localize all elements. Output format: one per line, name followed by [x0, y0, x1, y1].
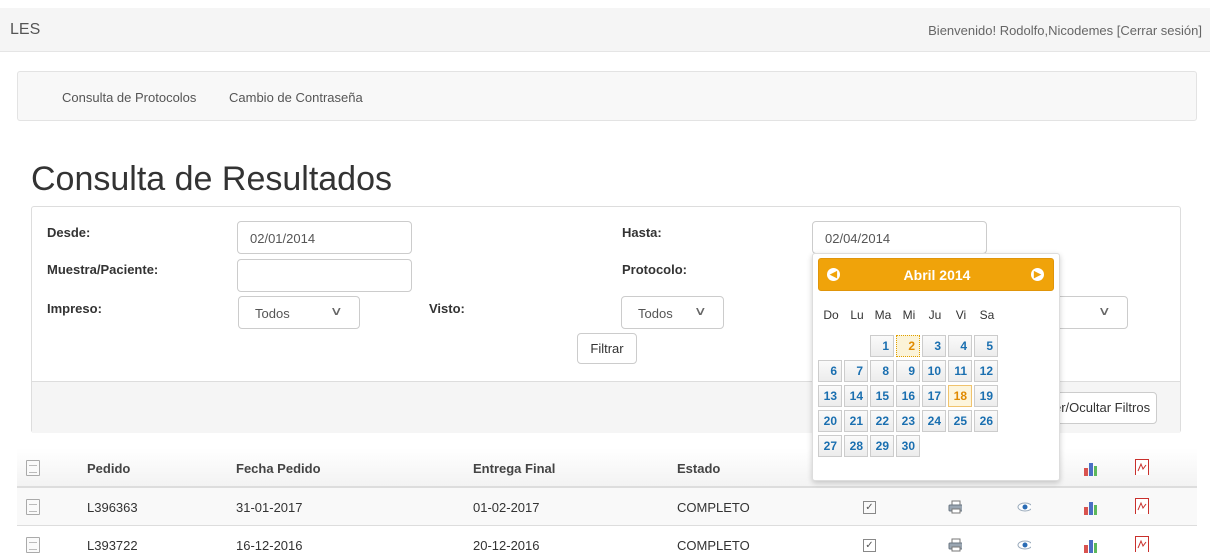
- calendar-day[interactable]: 20: [818, 410, 842, 432]
- weekday-header: Ma: [874, 308, 892, 322]
- weekday-header: Sa: [979, 308, 995, 322]
- calendar-day[interactable]: 29: [870, 435, 894, 457]
- chevron-down-icon: ∨: [330, 304, 344, 318]
- entrega-cell: 01-02-2017: [473, 500, 540, 515]
- top-navbar: LES Bienvenido! Rodolfo,Nicodemes [Cerra…: [0, 8, 1210, 52]
- calendar-day[interactable]: 7: [844, 360, 868, 382]
- calendar-day[interactable]: 24: [922, 410, 946, 432]
- muestra-input[interactable]: [237, 259, 412, 292]
- calendar-day[interactable]: 2: [896, 335, 920, 357]
- calendar-day[interactable]: 26: [974, 410, 998, 432]
- welcome-text[interactable]: Bienvenido! Rodolfo,Nicodemes [Cerrar se…: [928, 23, 1202, 38]
- document-icon[interactable]: [26, 499, 40, 515]
- calendar-day[interactable]: 3: [922, 335, 946, 357]
- nav-consulta-protocolos[interactable]: Consulta de Protocolos: [62, 90, 196, 105]
- desde-label: Desde:: [47, 225, 91, 240]
- calendar-day[interactable]: 27: [818, 435, 842, 457]
- impreso-label: Impreso:: [47, 301, 102, 316]
- chevron-down-icon: ∨: [1098, 304, 1112, 318]
- estado-cell: COMPLETO: [677, 500, 750, 515]
- weekday-header: Mi: [902, 308, 916, 322]
- main-nav: Consulta de Protocolos Cambio de Contras…: [17, 71, 1197, 121]
- calendar-day[interactable]: 25: [948, 410, 972, 432]
- nav-cambio-contrasena[interactable]: Cambio de Contraseña: [229, 90, 363, 105]
- entrega-cell: 20-12-2016: [473, 538, 540, 553]
- calendar-day[interactable]: 8: [870, 360, 894, 382]
- datepicker-month-title: Abril 2014: [903, 267, 971, 283]
- pedido-cell: L393722: [87, 538, 138, 553]
- hasta-input[interactable]: 02/04/2014: [812, 221, 987, 254]
- checkbox-icon[interactable]: ✓: [863, 539, 876, 552]
- fecha-cell: 16-12-2016: [236, 538, 303, 553]
- page-title: Consulta de Resultados: [31, 160, 393, 198]
- toggle-filters-button[interactable]: er/Ocultar Filtros: [1047, 392, 1157, 424]
- datepicker-popup: ◀ Abril 2014 ▶ Do Lu Ma Mi Ju Vi Sa 1 2 3 4 5 6 7 8 9 10…: [812, 253, 1060, 481]
- column-header[interactable]: Estado: [677, 461, 720, 476]
- eye-icon[interactable]: [1017, 502, 1031, 518]
- fecha-cell: 31-01-2017: [236, 500, 303, 515]
- table-row[interactable]: L393722 16-12-2016 20-12-2016 COMPLETO ✓: [17, 526, 1197, 560]
- calendar-day[interactable]: 18: [948, 385, 972, 407]
- calendar-day[interactable]: 19: [974, 385, 998, 407]
- chevron-right-icon[interactable]: ▶: [1031, 268, 1044, 281]
- calendar-day[interactable]: 6: [818, 360, 842, 382]
- pdf-icon[interactable]: [1135, 459, 1149, 475]
- calendar-day[interactable]: 12: [974, 360, 998, 382]
- pdf-icon[interactable]: [1135, 536, 1149, 552]
- table-row[interactable]: L396363 31-01-2017 01-02-2017 COMPLETO ✓: [17, 488, 1197, 526]
- weekday-header: Vi: [955, 308, 967, 322]
- calendar-day[interactable]: 5: [974, 335, 998, 357]
- bar-chart-icon[interactable]: [1083, 537, 1097, 553]
- calendar-day[interactable]: 21: [844, 410, 868, 432]
- print-icon[interactable]: [948, 500, 962, 516]
- datepicker-header: ◀ Abril 2014 ▶: [818, 258, 1054, 291]
- hasta-label: Hasta:: [622, 225, 662, 240]
- impreso-select[interactable]: Todos ∨: [238, 296, 360, 329]
- calendar-day[interactable]: 4: [948, 335, 972, 357]
- protocolo-label: Protocolo:: [622, 262, 687, 277]
- chevron-down-icon: ∨: [694, 304, 708, 318]
- pdf-icon[interactable]: [1135, 498, 1149, 514]
- calendar-day[interactable]: 13: [818, 385, 842, 407]
- calendar-day[interactable]: 10: [922, 360, 946, 382]
- visto-label: Visto:: [429, 301, 465, 316]
- eye-icon[interactable]: [1017, 540, 1031, 556]
- brand-logo[interactable]: LES: [10, 21, 40, 39]
- calendar-day[interactable]: 22: [870, 410, 894, 432]
- pedido-cell: L396363: [87, 500, 138, 515]
- calendar-day[interactable]: 23: [896, 410, 920, 432]
- weekday-header: Ju: [928, 308, 942, 322]
- weekday-header: Do: [823, 308, 839, 322]
- muestra-label: Muestra/Paciente:: [47, 262, 159, 277]
- calendar-day[interactable]: 1: [870, 335, 894, 357]
- bar-chart-icon[interactable]: [1083, 499, 1097, 515]
- calendar-day[interactable]: 11: [948, 360, 972, 382]
- weekday-header: Lu: [850, 308, 864, 322]
- column-header[interactable]: Fecha Pedido: [236, 461, 321, 476]
- calendar-day[interactable]: 16: [896, 385, 920, 407]
- calendar-day[interactable]: 15: [870, 385, 894, 407]
- print-icon[interactable]: [948, 538, 962, 554]
- document-icon[interactable]: [26, 537, 40, 553]
- calendar-day[interactable]: 14: [844, 385, 868, 407]
- visto-select[interactable]: Todos ∨: [621, 296, 724, 329]
- filtrar-button[interactable]: Filtrar: [577, 333, 637, 364]
- document-icon: [26, 460, 40, 476]
- column-header[interactable]: Pedido: [87, 461, 130, 476]
- bar-chart-icon[interactable]: [1083, 460, 1097, 476]
- calendar-day[interactable]: 17: [922, 385, 946, 407]
- calendar-day[interactable]: 9: [896, 360, 920, 382]
- estado-cell: COMPLETO: [677, 538, 750, 553]
- calendar-day[interactable]: 30: [896, 435, 920, 457]
- checkbox-icon[interactable]: ✓: [863, 501, 876, 514]
- calendar-day[interactable]: 28: [844, 435, 868, 457]
- column-header[interactable]: Entrega Final: [473, 461, 555, 476]
- desde-input[interactable]: 02/01/2014: [237, 221, 412, 254]
